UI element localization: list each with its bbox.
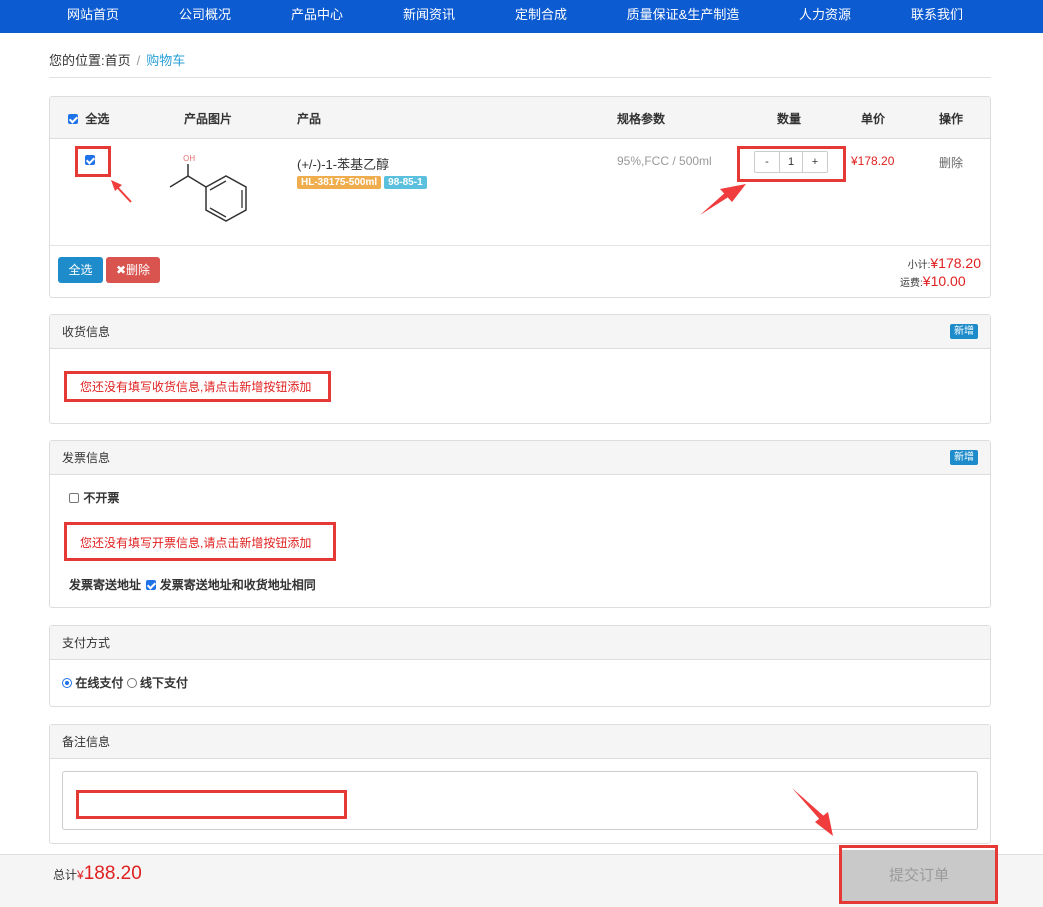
arrow-to-quantity	[700, 184, 746, 215]
arrow-to-submit	[792, 788, 833, 836]
arrow-to-checkbox	[111, 180, 132, 203]
annotation-arrows	[111, 180, 833, 836]
